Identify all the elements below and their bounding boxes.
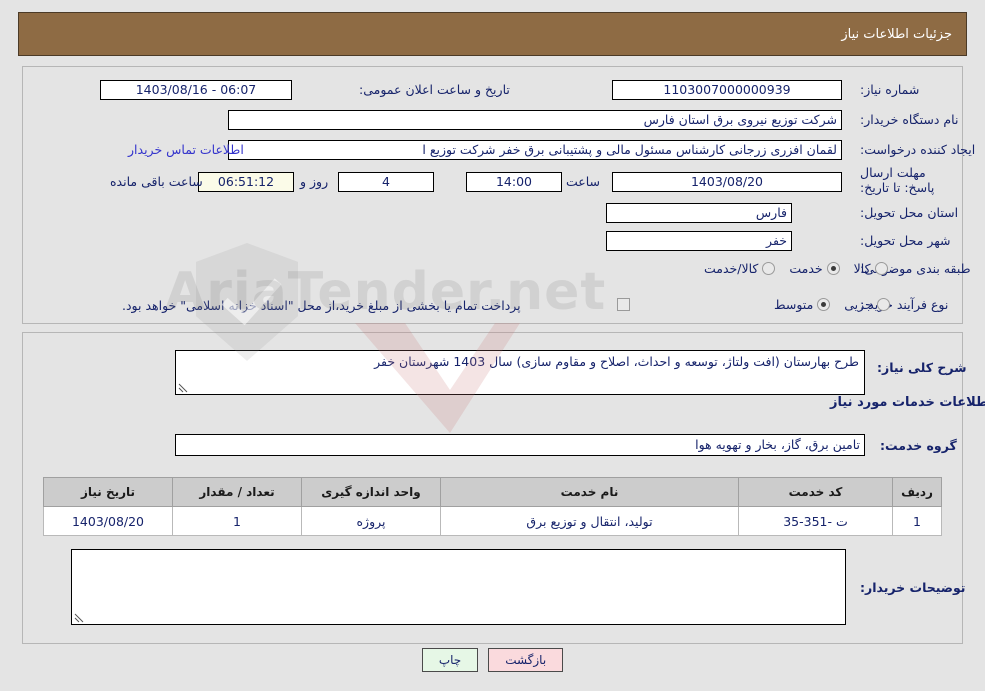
service-group-label: گروه خدمت: [880,438,957,453]
back-button[interactable]: بازگشت [488,648,564,672]
delivery-city-label: شهر محل تحویل: [860,233,951,248]
radio-subject-kala[interactable] [874,262,888,275]
radio-subject-kala-khedmat[interactable] [762,262,776,275]
need-number-value: 1103007000000939 [612,80,842,100]
cell-quantity: 1 [172,506,302,536]
page-title: جزئیات اطلاعات نیاز [841,26,952,42]
delivery-province-value: فارس [606,203,792,223]
buyer-org-value: شرکت توزیع نیروی برق استان فارس [228,110,842,130]
deadline-date-value: 1403/08/20 [612,172,842,192]
table-header-row: ردیف کد خدمت نام خدمت واحد اندازه گیری ت… [43,477,942,507]
deadline-countdown-value: 06:51:12 [198,172,294,192]
service-group-value: تامین برق، گاز، بخار و تهویه هوا [175,434,865,456]
deadline-time-value: 14:00 [466,172,562,192]
radio-process-motevaset[interactable] [817,298,831,311]
resize-grip-icon-2[interactable] [74,613,84,623]
radio-process-motevaset-label: متوسط [774,297,814,312]
cell-service-code: ت -351-35 [738,506,893,536]
col-row-no: ردیف [892,477,942,507]
buyer-notes-textarea[interactable] [71,549,846,625]
buyer-notes-label: توضیحات خریدار: [860,580,966,595]
need-info-panel [22,66,963,324]
action-button-bar: بازگشت چاپ [0,648,985,672]
radio-process-jozei[interactable] [876,298,890,311]
purchase-process-radio-group: جزیی متوسط [760,297,890,312]
deadline-remaining-label: ساعت باقی مانده [110,174,203,189]
table-row[interactable]: 1 ت -351-35 تولید، انتقال و توزیع برق پر… [43,506,942,536]
public-announce-label: تاریخ و ساعت اعلان عمومی: [359,82,510,97]
col-need-date: تاریخ نیاز [43,477,173,507]
request-creator-value: لقمان افزری زرجانی کارشناس مسئول مالی و … [228,140,842,160]
radio-subject-kala-khedmat-label: کالا/خدمت [704,261,759,276]
request-creator-label: ایجاد کننده درخواست: [860,142,976,157]
treasury-bond-note: پرداخت تمام یا بخشی از مبلغ خرید،از محل … [122,298,521,313]
public-announce-value: 06:07 - 1403/08/16 [100,80,292,100]
radio-subject-khedmat-label: خدمت [789,261,823,276]
services-table: ردیف کد خدمت نام خدمت واحد اندازه گیری ت… [43,477,942,536]
col-quantity: تعداد / مقدار [172,477,302,507]
cell-row-no: 1 [892,506,942,536]
services-section-heading: اطلاعات خدمات مورد نیاز [830,395,985,410]
services-table-wrapper: ردیف کد خدمت نام خدمت واحد اندازه گیری ت… [43,477,942,536]
cell-unit: پروژه [301,506,441,536]
treasury-bond-checkbox[interactable] [617,298,630,311]
radio-subject-kala-label: کالا [853,261,871,276]
buyer-org-label: نام دستگاه خریدار: [860,112,959,127]
general-description-label: شرح کلی نیاز: [877,360,967,375]
radio-process-jozei-label: جزیی [844,297,873,312]
delivery-city-value: خفر [606,231,792,251]
col-service-name: نام خدمت [440,477,739,507]
subject-category-radio-group: کالا خدمت کالا/خدمت [690,261,888,276]
radio-subject-khedmat[interactable] [826,262,840,275]
print-button[interactable]: چاپ [421,648,479,672]
col-service-code: کد خدمت [738,477,893,507]
delivery-province-label: استان محل تحویل: [860,205,959,220]
deadline-hour-label: ساعت [566,174,601,189]
page-header-bar: جزئیات اطلاعات نیاز [18,12,967,56]
cell-need-date: 1403/08/20 [43,506,173,536]
general-description-textarea[interactable]: طرح بهارستان (افت ولتاژ، توسعه و احداث، … [175,350,865,395]
deadline-label: مهلت ارسال پاسخ: تا تاریخ: [860,165,935,195]
buyer-contact-link[interactable]: اطلاعات تماس خریدار [128,142,244,157]
deadline-days-value: 4 [338,172,434,192]
col-unit: واحد اندازه گیری [301,477,441,507]
general-description-value: طرح بهارستان (افت ولتاژ، توسعه و احداث، … [374,354,859,369]
need-number-label: شماره نیاز: [860,82,920,97]
cell-service-name: تولید، انتقال و توزیع برق [440,506,739,536]
resize-grip-icon[interactable] [178,383,188,393]
deadline-days-label: روز و [300,174,329,189]
